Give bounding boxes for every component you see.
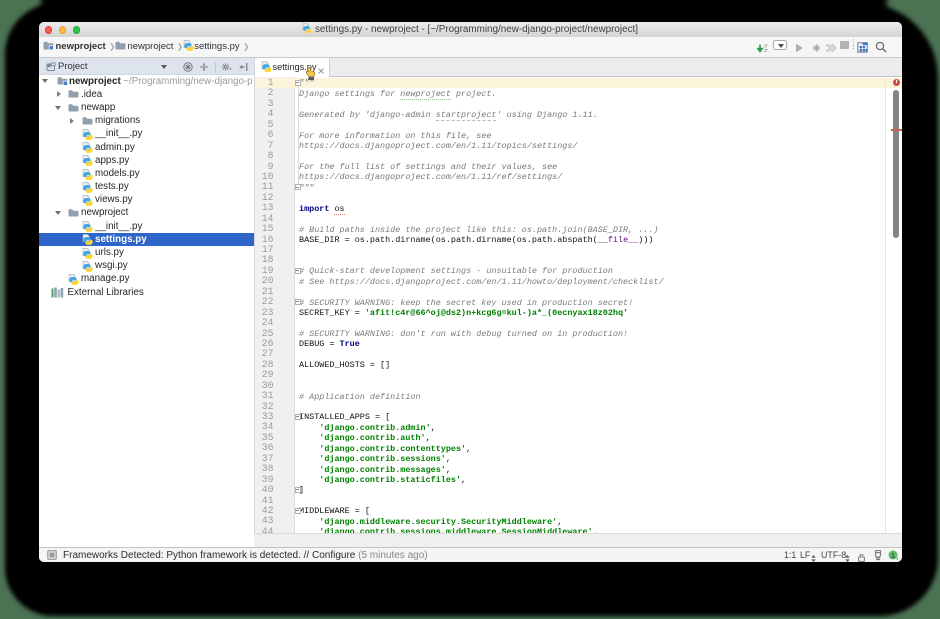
svg-text:1: 1 — [891, 550, 895, 559]
